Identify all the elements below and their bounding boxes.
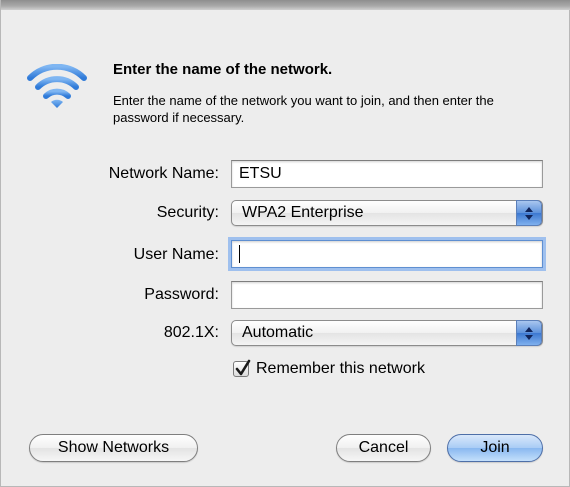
updown-arrows-icon — [516, 200, 542, 226]
cancel-button[interactable]: Cancel — [336, 434, 431, 462]
password-field[interactable] — [231, 281, 543, 309]
dot1x-value: Automatic — [242, 324, 314, 341]
checkmark-icon — [235, 359, 251, 376]
wifi-icon — [27, 63, 87, 114]
dot1x-popup[interactable]: Automatic — [231, 320, 543, 346]
show-networks-button[interactable]: Show Networks — [29, 434, 198, 462]
password-label: Password: — [144, 286, 219, 303]
network-name-field[interactable]: ETSU — [231, 160, 543, 188]
dot1x-label: 802.1X: — [163, 324, 219, 341]
remember-network-checkbox[interactable] — [233, 359, 251, 377]
join-network-dialog: Enter the name of the network. Enter the… — [0, 0, 570, 487]
network-name-label: Network Name: — [108, 165, 219, 182]
join-button[interactable]: Join — [447, 434, 543, 462]
security-label: Security: — [156, 204, 219, 221]
sheet-top-edge — [1, 0, 570, 10]
remember-network-row[interactable]: Remember this network — [233, 359, 425, 378]
security-popup[interactable]: WPA2 Enterprise — [231, 200, 543, 226]
text-cursor — [239, 245, 240, 263]
updown-arrows-icon — [516, 320, 542, 346]
dialog-description: Enter the name of the network you want t… — [113, 93, 494, 125]
security-value: WPA2 Enterprise — [242, 204, 364, 221]
network-name-value: ETSU — [239, 165, 282, 182]
dialog-title: Enter the name of the network. — [113, 61, 333, 78]
username-field[interactable] — [231, 240, 543, 268]
username-label: User Name: — [133, 246, 219, 263]
remember-network-label: Remember this network — [256, 360, 425, 377]
